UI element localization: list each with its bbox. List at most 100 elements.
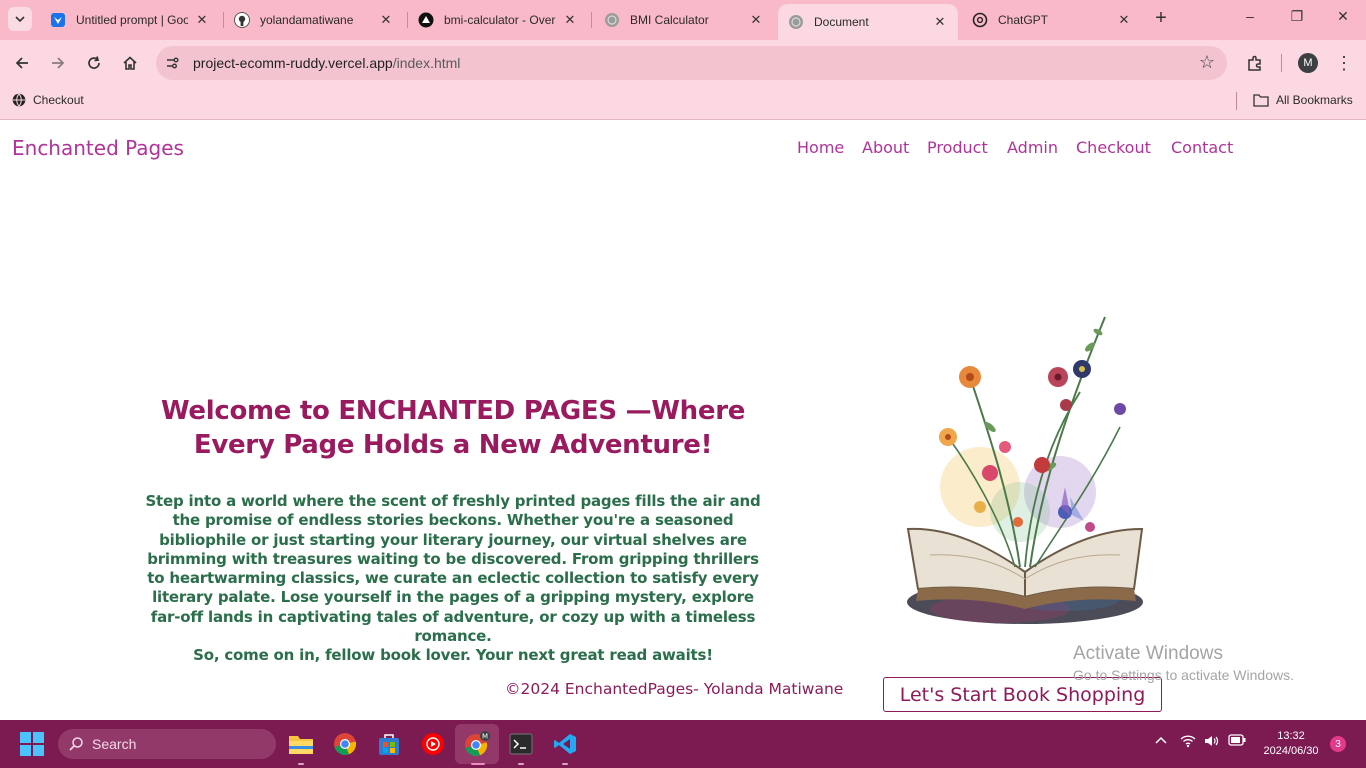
nav-about[interactable]: About — [862, 138, 909, 157]
tab-chatgpt[interactable]: ChatGPT ✕ — [962, 4, 1142, 36]
close-tab-icon[interactable]: ✕ — [194, 12, 210, 28]
youtube-music-icon[interactable] — [419, 730, 447, 758]
footer-copyright: ©2024 EnchantedPages- Yolanda Matiwane — [505, 680, 844, 698]
home-icon — [123, 56, 137, 70]
watermark-title: Activate Windows — [1073, 643, 1223, 664]
app-indicator — [518, 763, 524, 765]
close-tab-icon[interactable]: ✕ — [748, 12, 764, 28]
restore-button[interactable]: ❐ — [1287, 8, 1307, 25]
tab-document-active[interactable]: Document ✕ — [778, 4, 958, 40]
arrow-left-icon — [15, 57, 28, 69]
taskbar-clock[interactable]: 13:32 2024/06/30 — [1256, 729, 1326, 759]
open-book-flowers-image — [906, 316, 1144, 624]
hero-closing-line: So, come on in, fellow book lover. Your … — [193, 646, 713, 665]
close-tab-icon[interactable]: ✕ — [562, 12, 578, 28]
app-indicator — [298, 763, 304, 765]
browser-tab-bar: Untitled prompt | Goo ✕ yolandamatiwane … — [0, 0, 1366, 40]
bookmark-checkout[interactable]: Checkout — [12, 93, 84, 107]
tab-vercel[interactable]: bmi-calculator - Over ✕ — [408, 4, 588, 36]
reload-icon — [88, 56, 100, 69]
wifi-icon[interactable] — [1180, 734, 1196, 751]
toolbar-divider — [1281, 54, 1282, 72]
browser-toolbar: project-ecomm-ruddy.vercel.app/index.htm… — [0, 40, 1366, 85]
close-tab-icon[interactable]: ✕ — [1116, 12, 1132, 28]
tab-github[interactable]: yolandamatiwane ✕ — [224, 4, 404, 36]
tab-title: bmi-calculator - Over — [444, 13, 556, 27]
reload-button[interactable] — [82, 51, 106, 75]
chevron-down-icon — [15, 16, 25, 23]
hero-paragraph: Step into a world where the scent of fre… — [140, 492, 766, 666]
volume-icon[interactable] — [1204, 734, 1220, 751]
avatar: M — [1298, 53, 1318, 73]
bookmark-star-icon[interactable]: ☆ — [1199, 52, 1215, 73]
arrow-right-icon — [52, 57, 65, 69]
notification-badge[interactable]: 3 — [1330, 736, 1346, 752]
tab-title: yolandamatiwane — [260, 13, 354, 27]
chrome-profile-icon[interactable]: M — [463, 730, 491, 758]
vercel-icon — [418, 12, 434, 28]
nav-contact[interactable]: Contact — [1171, 138, 1233, 157]
tab-ai-studio[interactable]: Untitled prompt | Goo ✕ — [40, 4, 220, 36]
puzzle-icon — [1248, 55, 1261, 71]
tab-title: ChatGPT — [998, 13, 1049, 27]
search-icon — [68, 736, 84, 752]
taskbar-search-box[interactable]: Search — [58, 729, 276, 759]
tab-title: BMI Calculator — [630, 13, 709, 27]
new-tab-button[interactable]: + — [1150, 8, 1172, 30]
all-bookmarks-label: All Bookmarks — [1276, 93, 1353, 107]
watermark-subtitle: Go to Settings to activate Windows. — [1073, 667, 1294, 683]
all-bookmarks-button[interactable]: All Bookmarks — [1252, 93, 1353, 107]
site-brand-logo[interactable]: Enchanted Pages — [12, 136, 184, 160]
bookmark-label: Checkout — [33, 93, 84, 107]
close-tab-icon[interactable]: ✕ — [932, 14, 948, 30]
activate-windows-watermark: Activate Windows Go to Settings to activ… — [1073, 643, 1294, 683]
close-window-button[interactable]: ✕ — [1333, 8, 1353, 25]
tab-bmi-calculator[interactable]: BMI Calculator ✕ — [594, 4, 774, 36]
menu-kebab-icon[interactable]: ⋮ — [1332, 51, 1356, 75]
github-icon — [234, 12, 250, 28]
taskbar-search-label: Search — [92, 736, 137, 752]
bookmarks-bar: Checkout All Bookmarks — [0, 85, 1366, 120]
google-ai-studio-icon — [50, 12, 66, 28]
tab-title: Untitled prompt | Goo — [76, 13, 188, 27]
hero-title: Welcome to ENCHANTED PAGES —Where Every … — [160, 396, 746, 460]
close-tab-icon[interactable]: ✕ — [378, 12, 394, 28]
globe-icon — [788, 14, 804, 30]
nav-home[interactable]: Home — [797, 138, 844, 157]
file-explorer-icon[interactable] — [287, 730, 315, 758]
chrome-icon[interactable] — [331, 730, 359, 758]
extensions-button[interactable] — [1243, 51, 1267, 75]
clock-date: 2024/06/30 — [1263, 745, 1319, 757]
site-info-icon[interactable] — [164, 55, 180, 71]
battery-icon[interactable] — [1228, 734, 1246, 749]
nav-product[interactable]: Product — [927, 138, 988, 157]
globe-icon — [12, 93, 26, 107]
tray-overflow-chevron-icon[interactable] — [1154, 734, 1168, 751]
web-page: Enchanted Pages Home About Product Admin… — [0, 121, 1366, 720]
hero-paragraph-body: Step into a world where the scent of fre… — [145, 492, 761, 646]
windows-taskbar: Search M 13:32 2024/06/30 3 — [0, 720, 1366, 768]
bookmarks-divider — [1236, 92, 1237, 110]
tab-title: Document — [814, 15, 869, 29]
forward-button[interactable] — [46, 51, 70, 75]
profile-button[interactable]: M — [1296, 51, 1320, 75]
back-button[interactable] — [10, 51, 34, 75]
nav-checkout[interactable]: Checkout — [1076, 138, 1151, 157]
microsoft-store-icon[interactable] — [375, 730, 403, 758]
tab-divider — [591, 12, 592, 28]
home-button[interactable] — [118, 51, 142, 75]
url-path: /index.html — [392, 55, 461, 71]
folder-icon — [1252, 93, 1269, 107]
url-host: project-ecomm-ruddy.vercel.app — [193, 55, 393, 71]
url-text: project-ecomm-ruddy.vercel.app/index.htm… — [193, 55, 460, 71]
address-bar[interactable]: project-ecomm-ruddy.vercel.app/index.htm… — [156, 46, 1227, 80]
vscode-icon[interactable] — [551, 730, 579, 758]
minimize-button[interactable]: – — [1240, 8, 1260, 24]
windows-start-icon[interactable] — [18, 730, 46, 758]
nav-admin[interactable]: Admin — [1007, 138, 1058, 157]
terminal-icon[interactable] — [507, 730, 535, 758]
svg-text:M: M — [482, 733, 488, 741]
tab-search-button[interactable] — [8, 7, 32, 31]
clock-time: 13:32 — [1277, 730, 1305, 742]
active-app-indicator — [471, 763, 485, 765]
